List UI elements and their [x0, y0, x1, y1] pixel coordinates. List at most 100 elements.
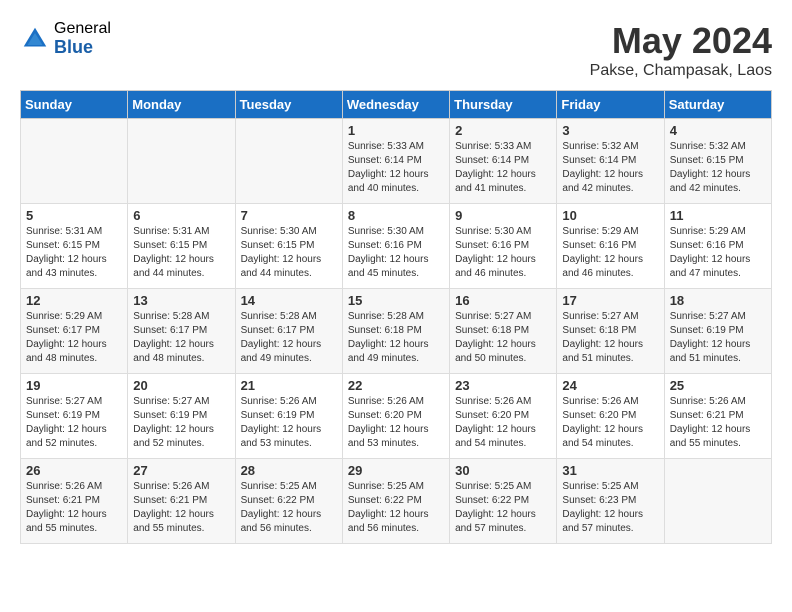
day-number: 5: [26, 208, 122, 223]
day-number: 13: [133, 293, 229, 308]
day-number: 19: [26, 378, 122, 393]
day-of-week-header: Sunday: [21, 91, 128, 119]
day-info: Sunrise: 5:28 AMSunset: 6:18 PMDaylight:…: [348, 310, 444, 366]
logo-icon: [20, 24, 50, 54]
day-of-week-header: Friday: [557, 91, 664, 119]
day-info: Sunrise: 5:33 AMSunset: 6:14 PMDaylight:…: [348, 140, 444, 196]
logo-general: General: [54, 20, 111, 38]
calendar-cell: 15 Sunrise: 5:28 AMSunset: 6:18 PMDayligh…: [342, 289, 449, 374]
day-info: Sunrise: 5:30 AMSunset: 6:15 PMDaylight:…: [241, 225, 337, 281]
day-number: 10: [562, 208, 658, 223]
day-info: Sunrise: 5:25 AMSunset: 6:22 PMDaylight:…: [455, 480, 551, 536]
day-number: 30: [455, 463, 551, 478]
day-info: Sunrise: 5:27 AMSunset: 6:18 PMDaylight:…: [455, 310, 551, 366]
day-info: Sunrise: 5:29 AMSunset: 6:17 PMDaylight:…: [26, 310, 122, 366]
day-info: Sunrise: 5:26 AMSunset: 6:21 PMDaylight:…: [670, 395, 766, 451]
day-number: 11: [670, 208, 766, 223]
day-number: 26: [26, 463, 122, 478]
calendar-cell: 18 Sunrise: 5:27 AMSunset: 6:19 PMDayligh…: [664, 289, 771, 374]
calendar-cell: 19 Sunrise: 5:27 AMSunset: 6:19 PMDayligh…: [21, 374, 128, 459]
day-number: 8: [348, 208, 444, 223]
day-info: Sunrise: 5:30 AMSunset: 6:16 PMDaylight:…: [455, 225, 551, 281]
calendar-cell: 12Sunrise: 5:29 AMSunset: 6:17 PMDayligh…: [21, 289, 128, 374]
calendar-cell: 4 Sunrise: 5:32 AMSunset: 6:15 PMDaylight…: [664, 119, 771, 204]
calendar-cell: 7 Sunrise: 5:30 AMSunset: 6:15 PMDaylight…: [235, 204, 342, 289]
day-number: 3: [562, 123, 658, 138]
calendar-week-row: 19 Sunrise: 5:27 AMSunset: 6:19 PMDayligh…: [21, 374, 772, 459]
day-number: 16: [455, 293, 551, 308]
day-info: Sunrise: 5:26 AMSunset: 6:21 PMDaylight:…: [26, 480, 122, 536]
calendar-week-row: 12Sunrise: 5:29 AMSunset: 6:17 PMDayligh…: [21, 289, 772, 374]
calendar-cell: 9 Sunrise: 5:30 AMSunset: 6:16 PMDaylight…: [450, 204, 557, 289]
day-number: 20: [133, 378, 229, 393]
calendar-cell: 6 Sunrise: 5:31 AMSunset: 6:15 PMDaylight…: [128, 204, 235, 289]
day-info: Sunrise: 5:27 AMSunset: 6:19 PMDaylight:…: [670, 310, 766, 366]
logo-blue: Blue: [54, 38, 111, 58]
calendar-cell: 31Sunrise: 5:25 AMSunset: 6:23 PMDayligh…: [557, 459, 664, 544]
calendar-cell: 29 Sunrise: 5:25 AMSunset: 6:22 PMDayligh…: [342, 459, 449, 544]
calendar-header: SundayMondayTuesdayWednesdayThursdayFrid…: [21, 91, 772, 119]
calendar-cell: 2 Sunrise: 5:33 AMSunset: 6:14 PMDaylight…: [450, 119, 557, 204]
day-number: 23: [455, 378, 551, 393]
day-number: 2: [455, 123, 551, 138]
day-number: 22: [348, 378, 444, 393]
calendar-cell: 28 Sunrise: 5:25 AMSunset: 6:22 PMDayligh…: [235, 459, 342, 544]
day-number: 29: [348, 463, 444, 478]
day-number: 24: [562, 378, 658, 393]
day-of-week-header: Monday: [128, 91, 235, 119]
calendar-cell: 21Sunrise: 5:26 AMSunset: 6:19 PMDayligh…: [235, 374, 342, 459]
day-info: Sunrise: 5:30 AMSunset: 6:16 PMDaylight:…: [348, 225, 444, 281]
day-number: 4: [670, 123, 766, 138]
calendar-cell: 5 Sunrise: 5:31 AMSunset: 6:15 PMDaylight…: [21, 204, 128, 289]
calendar-cell: [128, 119, 235, 204]
day-info: Sunrise: 5:25 AMSunset: 6:22 PMDaylight:…: [241, 480, 337, 536]
calendar-week-row: 1 Sunrise: 5:33 AMSunset: 6:14 PMDaylight…: [21, 119, 772, 204]
logo-text: General Blue: [54, 20, 111, 57]
day-of-week-header: Saturday: [664, 91, 771, 119]
days-of-week-row: SundayMondayTuesdayWednesdayThursdayFrid…: [21, 91, 772, 119]
day-of-week-header: Wednesday: [342, 91, 449, 119]
day-info: Sunrise: 5:32 AMSunset: 6:14 PMDaylight:…: [562, 140, 658, 196]
day-info: Sunrise: 5:27 AMSunset: 6:18 PMDaylight:…: [562, 310, 658, 366]
day-number: 6: [133, 208, 229, 223]
day-info: Sunrise: 5:26 AMSunset: 6:20 PMDaylight:…: [455, 395, 551, 451]
calendar-cell: [235, 119, 342, 204]
day-info: Sunrise: 5:28 AMSunset: 6:17 PMDaylight:…: [241, 310, 337, 366]
day-number: 9: [455, 208, 551, 223]
day-number: 27: [133, 463, 229, 478]
day-info: Sunrise: 5:33 AMSunset: 6:14 PMDaylight:…: [455, 140, 551, 196]
day-info: Sunrise: 5:29 AMSunset: 6:16 PMDaylight:…: [562, 225, 658, 281]
calendar-cell: 16 Sunrise: 5:27 AMSunset: 6:18 PMDayligh…: [450, 289, 557, 374]
day-number: 7: [241, 208, 337, 223]
calendar-cell: 27 Sunrise: 5:26 AMSunset: 6:21 PMDayligh…: [128, 459, 235, 544]
calendar-cell: [21, 119, 128, 204]
day-info: Sunrise: 5:26 AMSunset: 6:20 PMDaylight:…: [348, 395, 444, 451]
day-info: Sunrise: 5:29 AMSunset: 6:16 PMDaylight:…: [670, 225, 766, 281]
day-number: 1: [348, 123, 444, 138]
day-number: 18: [670, 293, 766, 308]
day-number: 28: [241, 463, 337, 478]
day-info: Sunrise: 5:26 AMSunset: 6:19 PMDaylight:…: [241, 395, 337, 451]
day-info: Sunrise: 5:26 AMSunset: 6:20 PMDaylight:…: [562, 395, 658, 451]
day-of-week-header: Thursday: [450, 91, 557, 119]
day-info: Sunrise: 5:27 AMSunset: 6:19 PMDaylight:…: [26, 395, 122, 451]
day-info: Sunrise: 5:31 AMSunset: 6:15 PMDaylight:…: [133, 225, 229, 281]
calendar-cell: 20 Sunrise: 5:27 AMSunset: 6:19 PMDayligh…: [128, 374, 235, 459]
day-info: Sunrise: 5:25 AMSunset: 6:22 PMDaylight:…: [348, 480, 444, 536]
calendar-cell: 25Sunrise: 5:26 AMSunset: 6:21 PMDayligh…: [664, 374, 771, 459]
day-info: Sunrise: 5:27 AMSunset: 6:19 PMDaylight:…: [133, 395, 229, 451]
calendar-cell: [664, 459, 771, 544]
calendar-cell: 13 Sunrise: 5:28 AMSunset: 6:17 PMDayligh…: [128, 289, 235, 374]
calendar-week-row: 26 Sunrise: 5:26 AMSunset: 6:21 PMDayligh…: [21, 459, 772, 544]
day-number: 31: [562, 463, 658, 478]
day-number: 15: [348, 293, 444, 308]
day-info: Sunrise: 5:26 AMSunset: 6:21 PMDaylight:…: [133, 480, 229, 536]
day-info: Sunrise: 5:31 AMSunset: 6:15 PMDaylight:…: [26, 225, 122, 281]
calendar-cell: 24 Sunrise: 5:26 AMSunset: 6:20 PMDayligh…: [557, 374, 664, 459]
calendar-cell: 3 Sunrise: 5:32 AMSunset: 6:14 PMDaylight…: [557, 119, 664, 204]
day-info: Sunrise: 5:32 AMSunset: 6:15 PMDaylight:…: [670, 140, 766, 196]
calendar-week-row: 5 Sunrise: 5:31 AMSunset: 6:15 PMDaylight…: [21, 204, 772, 289]
calendar-cell: 23 Sunrise: 5:26 AMSunset: 6:20 PMDayligh…: [450, 374, 557, 459]
day-info: Sunrise: 5:28 AMSunset: 6:17 PMDaylight:…: [133, 310, 229, 366]
calendar-body: 1 Sunrise: 5:33 AMSunset: 6:14 PMDaylight…: [21, 119, 772, 544]
